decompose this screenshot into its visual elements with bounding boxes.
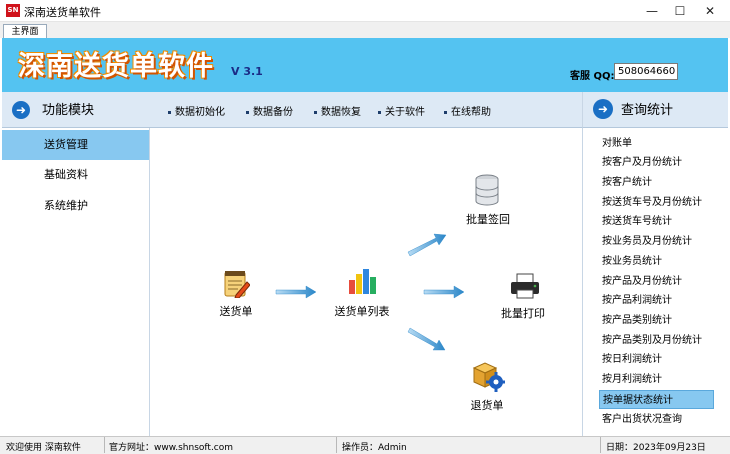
- database-icon[interactable]: [473, 174, 501, 206]
- tab-main[interactable]: 主界面: [3, 24, 47, 39]
- status-operator: 操作员：Admin: [342, 443, 407, 453]
- close-button[interactable]: ✕: [696, 0, 724, 22]
- printer-icon[interactable]: [509, 272, 541, 300]
- arrow-right-circle-icon: ➜: [593, 99, 613, 119]
- qq-field[interactable]: 508064660: [614, 63, 678, 80]
- batch-print-label[interactable]: 批量打印: [483, 305, 563, 321]
- query-item[interactable]: 按产品类别统计: [599, 311, 714, 330]
- query-item[interactable]: 按送货车号统计: [599, 212, 714, 231]
- status-welcome: 欢迎使用 深南软件: [6, 443, 81, 453]
- version-label: V 3.1: [231, 65, 263, 78]
- query-item[interactable]: 按产品及月份统计: [599, 272, 714, 291]
- query-item[interactable]: 按产品类别及月份统计: [599, 331, 714, 350]
- query-item[interactable]: 按业务员及月份统计: [599, 232, 714, 251]
- title-bar: [0, 0, 730, 22]
- notepad-icon[interactable]: [222, 268, 250, 298]
- qq-label: 客服 QQ:: [570, 71, 615, 82]
- help-button[interactable]: 在线帮助: [444, 103, 491, 118]
- status-divider: [600, 437, 601, 453]
- query-item[interactable]: 按产品利润统计: [599, 291, 714, 310]
- query-item[interactable]: 按月利润统计: [599, 370, 714, 389]
- delivery-list-label[interactable]: 送货单列表: [322, 303, 402, 319]
- init-data-button[interactable]: 数据初始化: [168, 103, 225, 118]
- backup-button[interactable]: 数据备份: [246, 103, 293, 118]
- flow-arrows: [275, 233, 465, 351]
- status-divider: [336, 437, 337, 453]
- query-item[interactable]: 对账单: [599, 134, 714, 153]
- query-item[interactable]: 按日利润统计: [599, 350, 714, 369]
- maximize-button[interactable]: ☐: [666, 0, 694, 22]
- arrow-right-circle-icon: ➜: [12, 101, 30, 119]
- query-item[interactable]: 按业务员统计: [599, 252, 714, 271]
- left-panel-title: 功能模块: [42, 103, 95, 118]
- bar-chart-icon[interactable]: [347, 266, 377, 296]
- app-icon: SN: [6, 4, 20, 17]
- query-item[interactable]: 按客户统计: [599, 173, 714, 192]
- nav-item-system[interactable]: 系统维护: [2, 191, 149, 221]
- about-button[interactable]: 关于软件: [378, 103, 425, 118]
- delivery-label[interactable]: 送货单: [196, 303, 276, 319]
- query-item[interactable]: 按客户及月份统计: [599, 153, 714, 172]
- batch-sign-label[interactable]: 批量签回: [448, 211, 528, 227]
- box-gear-icon[interactable]: [471, 360, 505, 392]
- query-item[interactable]: 按送货车号及月份统计: [599, 193, 714, 212]
- query-item[interactable]: 客户出货状况查询: [599, 410, 714, 429]
- minimize-button[interactable]: —: [638, 0, 666, 22]
- status-website: 官方网址：www.shnsoft.com: [109, 443, 234, 453]
- restore-button[interactable]: 数据恢复: [314, 103, 361, 118]
- return-label[interactable]: 退货单: [447, 397, 527, 413]
- window-title: 深南送货单软件: [24, 6, 101, 19]
- app-title: 深南送货单软件: [18, 51, 214, 82]
- nav-item-delivery[interactable]: 送货管理: [2, 130, 149, 160]
- nav-item-basic-data[interactable]: 基础资料: [2, 160, 149, 190]
- query-item-selected[interactable]: 按单据状态统计: [599, 390, 714, 409]
- right-panel-title: 查询统计: [621, 103, 674, 118]
- status-date: 日期：2023年09月23日: [606, 443, 706, 453]
- status-divider: [104, 437, 105, 453]
- tab-strip: [0, 22, 730, 38]
